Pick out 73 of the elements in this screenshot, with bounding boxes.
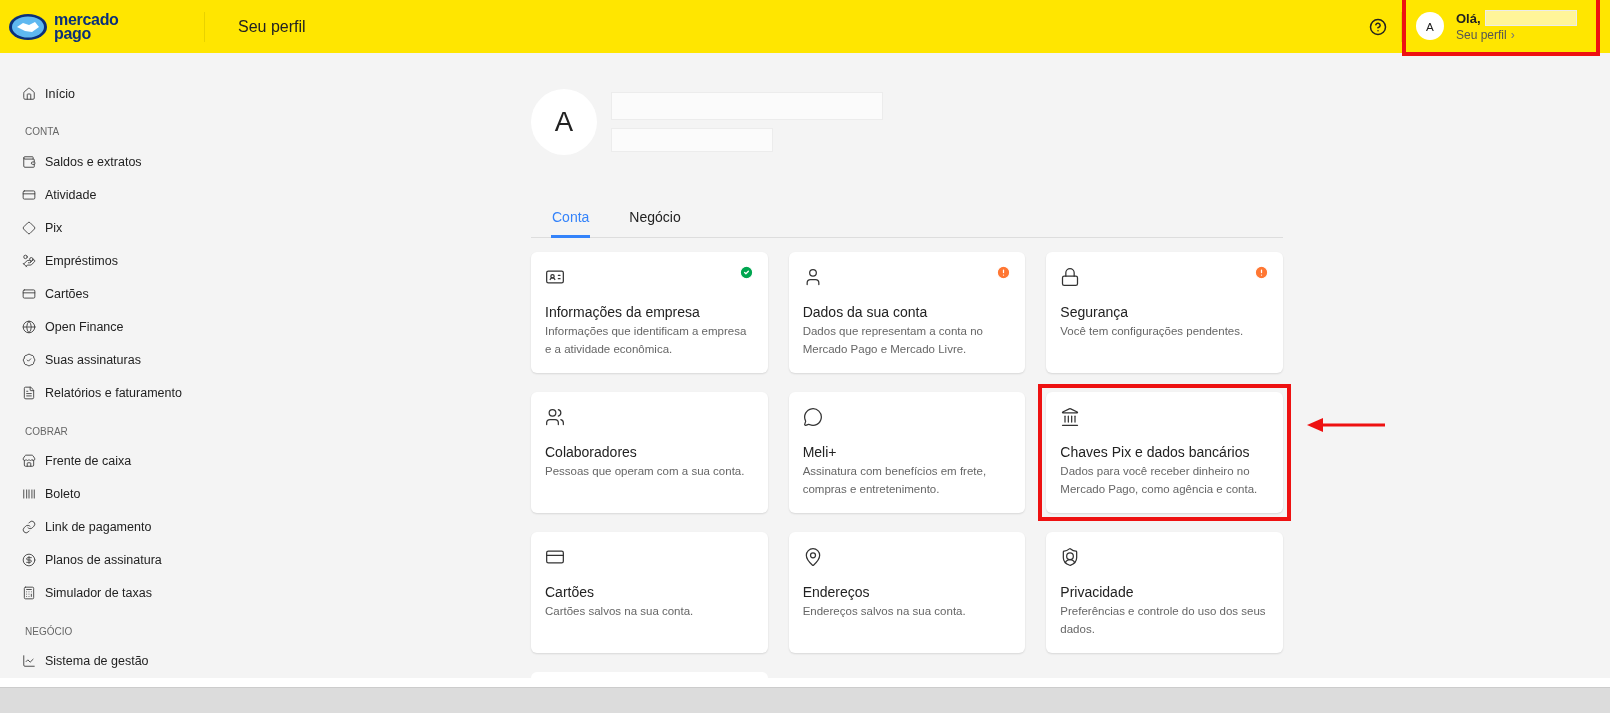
settings-card[interactable]: Informações da empresa Informações que identificam a empresa e a atividade econômica. <box>531 252 768 373</box>
card-title: Informações da empresa <box>545 304 701 320</box>
users-icon <box>545 407 565 427</box>
card-description: Assinatura com benefícios em frete, compras e entretenimento. <box>802 464 988 497</box>
chart-icon <box>22 654 36 669</box>
card-title: Endereços <box>802 584 871 600</box>
barcode-icon <box>22 487 36 502</box>
sidebar-item[interactable]: Suas assinaturas <box>22 343 300 377</box>
card-icon <box>22 286 36 301</box>
card-description: Endereços salvos na sua conta. <box>802 604 967 619</box>
sidebar-item[interactable]: Relatórios e faturamento <box>22 376 300 410</box>
sidebar-item[interactable]: Frente de caixa <box>22 444 300 478</box>
lock-icon <box>1060 267 1081 287</box>
settings-card[interactable]: Dados da sua conta Dados que representam a conta no Mercado Pago e Mercado Livre. <box>788 252 1026 373</box>
chevron-icon: › <box>1510 28 1515 42</box>
sidebar-item[interactable]: Atividade <box>22 178 300 212</box>
sidebar-item[interactable]: Início <box>22 77 300 111</box>
document-icon <box>22 386 36 401</box>
handshake-logo-icon <box>8 12 48 41</box>
settings-card[interactable]: Privacidade Preferências e controle do uso dos seus dados. <box>1046 532 1283 653</box>
globe-icon <box>22 319 36 334</box>
bank-icon <box>1060 407 1081 427</box>
card-title: Dados da sua conta <box>802 304 929 320</box>
card-description: Dados para você receber dinheiro no Mercado Pago, como agência e conta. <box>1060 464 1259 497</box>
avatar: A <box>1416 12 1444 40</box>
sidebar-item[interactable]: Pix <box>22 211 300 245</box>
greeting: Olá, <box>1456 10 1481 26</box>
calculator-icon <box>22 586 36 601</box>
chat-icon <box>802 407 823 427</box>
sidebar-item[interactable]: Planos de assinatura <box>22 543 300 577</box>
sidebar-item[interactable]: Boleto <box>22 477 300 511</box>
card-description: Pessoas que operam com a sua conta. <box>545 464 746 479</box>
profile-menu[interactable]: A Olá, Seu perfil › <box>1402 0 1600 56</box>
card-description: Preferências e controle do uso dos seus dados. <box>1060 604 1267 637</box>
sidebar-item[interactable]: Saldos e extratos <box>22 145 300 179</box>
settings-card[interactable]: Endereços Endereços salvos na sua conta. <box>788 532 1026 653</box>
settings-card[interactable]: Colaboradores Pessoas que operam com a sua conta. <box>531 392 768 513</box>
settings-card[interactable]: Chaves Pix e dados bancários Dados para você receber dinheiro no Mercado Pago, como agência e conta. <box>1046 392 1283 513</box>
settings-card[interactable]: Segurança Você tem configurações pendentes. <box>1046 252 1283 373</box>
badge-icon <box>22 352 36 367</box>
card-title: Chaves Pix e dados bancários <box>1060 444 1251 460</box>
card-description: Você tem configurações pendentes. <box>1060 324 1245 339</box>
diamond-icon <box>22 220 36 235</box>
section-heading: CONTA <box>25 126 61 138</box>
card-description: Cartões salvos na sua conta. <box>545 604 695 619</box>
wallet-icon <box>22 154 36 169</box>
sidebar-item[interactable]: Simulador de taxas <box>22 576 300 610</box>
settings-card[interactable]: Cartões Cartões salvos na sua conta. <box>531 532 768 653</box>
card-title: Cartões <box>545 584 596 600</box>
sidebar-item[interactable]: Cartões <box>22 277 300 311</box>
profile-link[interactable]: Seu perfil <box>1456 28 1507 42</box>
home-icon <box>22 86 36 101</box>
sidebar-item[interactable]: Link de pagamento <box>22 510 300 544</box>
page-title: Seu perfil <box>238 17 307 36</box>
tab[interactable]: Negócio <box>628 203 682 238</box>
sidebar-item[interactable]: Open Finance <box>22 310 300 344</box>
card-title: Segurança <box>1060 304 1130 320</box>
section-heading: COBRAR <box>25 425 69 437</box>
hand-coins-icon <box>22 253 36 268</box>
sidebar-item[interactable]: Sistema de gestão <box>22 644 300 678</box>
help-icon[interactable] <box>1369 17 1387 36</box>
card-title: Meli+ <box>802 444 838 460</box>
card-description: Informações que identificam a empresa e a atividade econômica. <box>545 324 748 357</box>
link-icon <box>22 520 36 535</box>
logo-text: mercado pago <box>54 12 119 41</box>
card-description: Dados que representam a conta no Mercado Pago e Mercado Livre. <box>802 324 984 357</box>
dollar-icon <box>22 553 36 568</box>
card-title: Privacidade <box>1060 584 1135 600</box>
section-heading: NEGÓCIO <box>25 625 74 637</box>
sidebar-item[interactable]: Empréstimos <box>22 244 300 278</box>
profile-avatar: A <box>531 89 597 155</box>
card-title: Colaboradores <box>545 444 638 460</box>
settings-card[interactable]: Meli+ Assinatura com benefícios em frete, compras e entretenimento. <box>788 392 1026 513</box>
